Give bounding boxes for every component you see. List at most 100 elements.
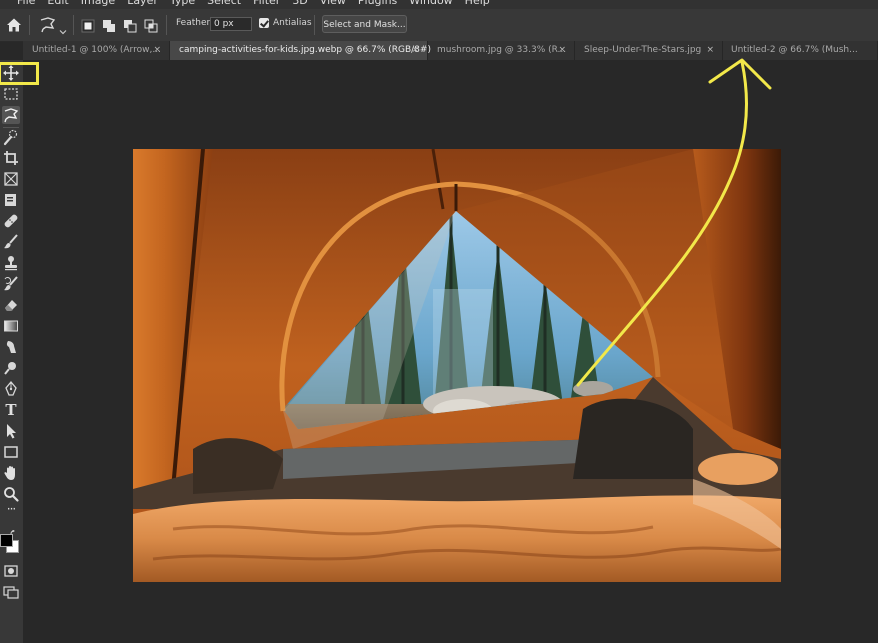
eraser-icon <box>5 300 17 311</box>
menu-item-help[interactable]: Help <box>465 0 490 7</box>
menu-item-3d[interactable]: 3D <box>292 0 307 7</box>
options-bar: Feather: Antialias Select and Mask... <box>0 9 878 42</box>
eyedropper-tool[interactable] <box>2 191 20 209</box>
frame-eyedropper-icon <box>5 194 16 206</box>
intersect-selection-button[interactable] <box>144 18 158 33</box>
intersect-selection-icon <box>144 19 158 33</box>
quick-mask-icon <box>4 565 18 577</box>
new-selection-icon <box>81 19 95 33</box>
hand-tool[interactable] <box>2 464 20 482</box>
foreground-color-swatch[interactable] <box>0 534 13 547</box>
menu-item-edit[interactable]: Edit <box>47 0 68 7</box>
tab-untitled-1[interactable]: Untitled-1 @ 100% (Arrow,... × <box>23 41 170 60</box>
quick-mask-button[interactable] <box>2 562 20 580</box>
options-separator <box>73 15 74 35</box>
rectangle-icon <box>4 446 18 458</box>
screen-mode-icon <box>3 586 19 599</box>
tent-photo <box>133 149 781 582</box>
tools-panel: T ··· <box>0 60 24 643</box>
crop-tool[interactable] <box>2 149 20 167</box>
menu-bar: File Edit Image Layer Type Select Filter 3D View… <box>0 0 878 9</box>
gradient-icon <box>4 320 18 332</box>
hand-icon <box>4 466 15 480</box>
path-selection-tool[interactable] <box>2 422 20 440</box>
rectangular-marquee-icon <box>4 88 18 100</box>
tab-untitled-2[interactable]: Untitled-2 @ 66.7% (Mush... <box>723 41 878 60</box>
history-brush-tool[interactable] <box>2 275 20 293</box>
antialias-checkbox[interactable] <box>259 18 269 28</box>
menu-item-layer[interactable]: Layer <box>127 0 158 7</box>
history-brush-icon <box>4 276 18 291</box>
subtract-from-selection-icon <box>124 20 137 33</box>
select-and-mask-button[interactable]: Select and Mask... <box>322 15 407 33</box>
rectangle-tool[interactable] <box>2 443 20 461</box>
tab-label: mushroom.jpg @ 33.3% (R... <box>437 45 567 55</box>
menu-item-type[interactable]: Type <box>170 0 195 7</box>
document-image-tent-forest[interactable] <box>133 149 781 582</box>
blur-tool[interactable] <box>2 338 20 356</box>
polygonal-lasso-icon <box>40 17 56 33</box>
close-icon[interactable]: × <box>706 41 714 60</box>
brush-tool[interactable] <box>2 233 20 251</box>
default-colors-icon[interactable] <box>10 523 18 535</box>
chevron-down-icon[interactable] <box>59 21 67 35</box>
polygonal-lasso-icon <box>4 108 19 123</box>
frame-icon <box>4 172 18 186</box>
screen-mode-button[interactable] <box>2 583 20 601</box>
annotation-highlight-box <box>0 62 39 85</box>
frame-tool[interactable] <box>2 170 20 188</box>
type-tool[interactable]: T <box>2 401 20 419</box>
tool-preset-picker[interactable] <box>38 15 58 35</box>
new-selection-button[interactable] <box>81 18 95 33</box>
menu-item-image[interactable]: Image <box>81 0 115 7</box>
close-icon[interactable]: × <box>558 41 566 60</box>
close-icon[interactable]: × <box>411 41 419 60</box>
tab-sleep-under-the-stars[interactable]: Sleep-Under-The-Stars.jpg × <box>575 41 723 60</box>
options-separator <box>314 15 315 35</box>
menu-item-plugins[interactable]: Plugins <box>358 0 397 7</box>
tab-label: camping-activities-for-kids.jpg.webp @ 6… <box>179 45 431 55</box>
tab-mushroom[interactable]: mushroom.jpg @ 33.3% (R... × <box>428 41 575 60</box>
gradient-tool[interactable] <box>2 317 20 335</box>
subtract-from-selection-button[interactable] <box>123 18 137 33</box>
tab-camping-activities[interactable]: camping-activities-for-kids.jpg.webp @ 6… <box>170 41 431 60</box>
tab-label: Untitled-2 @ 66.7% (Mush... <box>731 45 858 55</box>
stamp-icon <box>5 256 17 271</box>
tab-label: Untitled-1 @ 100% (Arrow,... <box>32 45 161 55</box>
pen-icon <box>5 380 17 396</box>
menu-items: File Edit Image Layer Type Select Filter 3D View… <box>17 0 502 7</box>
arrow-pointer-icon <box>7 424 16 439</box>
marquee-tool[interactable] <box>2 85 20 103</box>
options-separator <box>166 15 167 35</box>
more-tools-button[interactable]: ··· <box>2 500 20 518</box>
menu-item-filter[interactable]: Filter <box>253 0 280 7</box>
menu-item-window[interactable]: Window <box>409 0 452 7</box>
home-button[interactable] <box>5 16 23 34</box>
bandage-icon <box>4 214 18 228</box>
eraser-tool[interactable] <box>2 296 20 314</box>
feather-input[interactable] <box>210 17 252 31</box>
menu-item-view[interactable]: View <box>320 0 346 7</box>
antialias-label: Antialias <box>273 18 312 28</box>
quick-selection-tool[interactable] <box>2 128 20 146</box>
feather-label: Feather: <box>176 18 214 28</box>
options-separator <box>29 15 30 35</box>
document-tab-bar: Untitled-1 @ 100% (Arrow,... × camping-a… <box>23 41 878 61</box>
crop-icon <box>4 151 18 165</box>
pen-tool[interactable] <box>2 380 20 398</box>
quick-selection-icon <box>3 129 18 146</box>
add-to-selection-icon <box>103 20 115 32</box>
close-icon[interactable]: × <box>153 41 161 60</box>
lasso-tool[interactable] <box>2 106 20 124</box>
healing-brush-tool[interactable] <box>2 212 20 230</box>
smudge-icon <box>6 341 16 353</box>
home-icon <box>7 18 21 32</box>
dodge-icon <box>4 362 16 375</box>
menu-item-file[interactable]: File <box>17 0 35 7</box>
menu-item-select[interactable]: Select <box>207 0 241 7</box>
dodge-tool[interactable] <box>2 359 20 377</box>
tab-label: Sleep-Under-The-Stars.jpg <box>584 45 702 55</box>
add-to-selection-button[interactable] <box>102 18 116 32</box>
brush-icon <box>4 234 18 249</box>
clone-stamp-tool[interactable] <box>2 254 20 272</box>
